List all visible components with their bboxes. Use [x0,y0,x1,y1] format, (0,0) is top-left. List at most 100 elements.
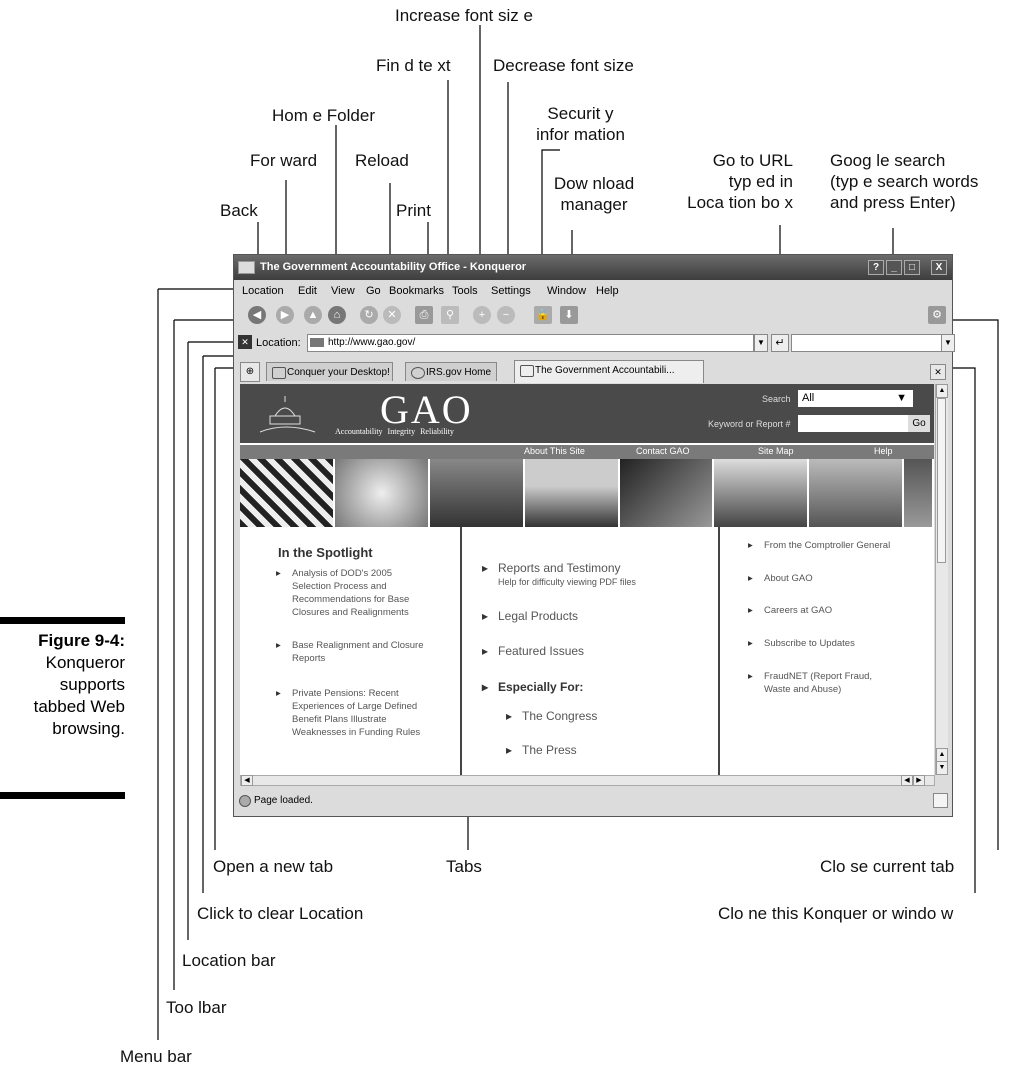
callout-clone-window: Clo ne this Konquer or windo w [718,904,954,923]
forward-icon[interactable]: ▶ [276,306,294,324]
close-tab-icon[interactable]: ✕ [930,364,946,380]
zoom-in-icon[interactable]: + [473,306,491,324]
web-content: GAO Accountability Integrity Reliability… [240,384,934,775]
url-dropdown-icon[interactable]: ▼ [754,334,768,352]
official-photo [429,459,525,527]
go-to-url-icon[interactable]: ↵ [771,334,789,352]
scroll-left-icon[interactable]: ◀ [241,775,253,786]
callout-decrease-font: Decrease font size [493,56,634,75]
congress-link[interactable]: The Congress [506,709,597,723]
callout-open-new-tab: Open a new tab [213,857,334,876]
zoom-out-icon[interactable]: − [497,306,515,324]
scroll-thumb[interactable] [937,398,946,563]
tab-label: The Government Accountabili... [535,365,675,376]
callout-location-bar: Location bar [182,951,276,970]
callout-download-manager: Dow nload manager [553,174,635,214]
callout-toolbar: Too lbar [166,998,227,1017]
toolbar: ◀ ▶ ▲ ⌂ ↻ ✕ ⎙ ⚲ + − 🔒 ⬇ ⚙ [234,303,952,329]
gao-nav: About This Site Contact GAO Site Map Hel… [240,445,934,459]
reports-link[interactable]: Reports and TestimonyHelp for difficulty… [482,561,636,589]
tab-gao[interactable]: The Government Accountabili... [514,360,704,383]
reload-icon[interactable]: ↻ [360,306,378,324]
figure-caption: Figure 9-4: Konqueror supports tabbed We… [0,630,125,740]
spotlight-item[interactable]: Base Realignment and Closure Reports [276,639,423,665]
app-icon[interactable] [238,261,255,274]
google-search-input[interactable] [791,334,943,352]
search-dropdown-icon[interactable]: ▼ [941,334,955,352]
status-indicator-icon [239,795,251,807]
gao-favicon-icon [520,365,534,377]
scroll-left-icon[interactable]: ◀ [901,775,913,786]
status-checkbox[interactable] [933,793,948,808]
spotlight-item[interactable]: Private Pensions: Recent Experiences of … [276,687,420,739]
stop-icon[interactable]: ✕ [383,306,401,324]
right-link[interactable]: FraudNET (Report Fraud, Waste and Abuse) [748,670,872,696]
tab-conquer-desktop[interactable]: Conquer your Desktop! [266,362,393,381]
back-icon[interactable]: ◀ [248,306,266,324]
scroll-up-icon[interactable]: ▲ [936,384,948,398]
gao-header: GAO Accountability Integrity Reliability… [240,384,934,443]
right-column: From the Comptroller General About GAO C… [718,527,934,775]
tab-label: Conquer your Desktop! [287,367,390,378]
callout-back: Back [220,201,258,220]
scroll-up-icon[interactable]: ▲ [936,748,948,762]
close-window-button[interactable]: X [931,260,947,275]
legal-link[interactable]: Legal Products [482,609,578,623]
site-go-button[interactable]: Go [908,415,930,432]
menu-go[interactable]: Go [366,285,381,297]
callout-clear-location: Click to clear Location [197,904,364,923]
spotlight-item[interactable]: Analysis of DOD's 2005 Selection Process… [276,567,409,619]
tab-irs[interactable]: IRS.gov Home [405,362,497,381]
keyword-input[interactable] [798,415,908,432]
press-link[interactable]: The Press [506,743,577,757]
url-input[interactable]: http://www.gao.gov/ [307,334,754,352]
search-select[interactable]: All ▼ [798,390,913,407]
spotlight-column: In the Spotlight Analysis of DOD's 2005 … [240,527,460,775]
nav-contact[interactable]: Contact GAO [636,446,690,456]
chevron-down-icon: ▼ [896,392,907,404]
help-button[interactable]: ? [868,260,884,275]
minimize-button[interactable]: _ [886,260,902,275]
gear-icon[interactable]: ⚙ [928,306,946,324]
seal-photo [334,459,430,527]
menu-edit[interactable]: Edit [298,285,317,297]
home-icon[interactable]: ⌂ [328,306,346,324]
download-icon[interactable]: ⬇ [560,306,578,324]
konqueror-window: The Government Accountability Office - K… [233,254,955,817]
security-icon[interactable]: 🔒 [534,306,552,324]
callout-home-folder: Hom e Folder [272,106,375,125]
callout-menu-bar: Menu bar [120,1047,192,1066]
nav-site-map[interactable]: Site Map [758,446,794,456]
new-tab-icon[interactable]: ⊕ [240,362,260,382]
menu-window[interactable]: Window [547,285,586,297]
menu-location[interactable]: Location [242,285,284,297]
scroll-down-icon[interactable]: ▼ [936,761,948,775]
clear-location-icon[interactable]: ✕ [238,335,252,349]
maximize-button[interactable]: □ [904,260,920,275]
right-link[interactable]: Careers at GAO [748,604,832,617]
scroll-right-icon[interactable]: ▶ [913,775,925,786]
capitol-icon [259,396,316,433]
window-title: The Government Accountability Office - K… [260,261,527,273]
gao-tagline: Accountability Integrity Reliability [335,427,454,436]
menu-tools[interactable]: Tools [452,285,478,297]
right-link[interactable]: Subscribe to Updates [748,637,855,650]
menu-help[interactable]: Help [596,285,619,297]
right-link[interactable]: About GAO [748,572,812,585]
url-text: http://www.gao.gov/ [328,337,416,348]
menu-settings[interactable]: Settings [491,285,531,297]
print-icon[interactable]: ⎙ [415,306,433,324]
find-icon[interactable]: ⚲ [441,306,459,324]
menu-view[interactable]: View [331,285,355,297]
vertical-scrollbar[interactable]: ▲ ▲ ▼ [935,384,948,775]
title-bar[interactable]: The Government Accountability Office - K… [234,255,952,280]
nav-help[interactable]: Help [874,446,893,456]
horizontal-scrollbar[interactable]: ◀ ◀ ▶ [240,775,935,786]
menu-bookmarks[interactable]: Bookmarks [389,285,444,297]
nav-about[interactable]: About This Site [524,446,585,456]
featured-link[interactable]: Featured Issues [482,644,584,658]
middle-column: Reports and TestimonyHelp for difficulty… [460,527,718,775]
right-link[interactable]: From the Comptroller General [748,539,890,552]
gao-logo[interactable]: GAO [380,386,473,433]
up-icon[interactable]: ▲ [304,306,322,324]
